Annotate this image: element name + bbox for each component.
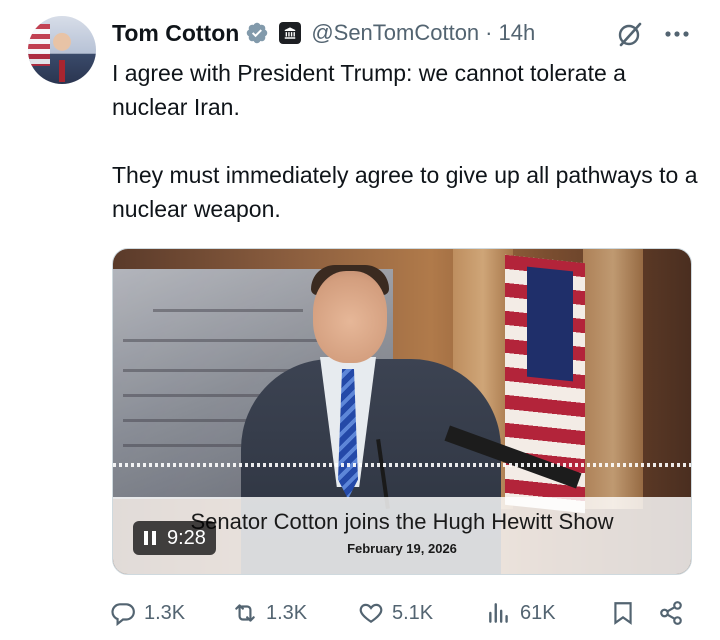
video-duration: 9:28 [167, 526, 206, 549]
reply-button[interactable]: 1.3K [110, 596, 185, 630]
repost-icon [235, 604, 255, 622]
column-right [583, 249, 643, 509]
video-player[interactable]: Senator Cotton joins the Hugh Hewitt Sho… [112, 248, 692, 575]
pause-icon[interactable] [143, 530, 157, 546]
video-progress-bar[interactable] [113, 463, 691, 467]
grok-icon[interactable] [616, 20, 644, 48]
reply-icon [111, 603, 135, 626]
tweet-actions: 1.3K 1.3K 5.1K 61K [110, 596, 694, 630]
tweet-paragraph-1: I agree with President Trump: we cannot … [112, 60, 626, 120]
views-button[interactable]: 61K [486, 596, 556, 630]
more-icon[interactable] [662, 20, 692, 48]
bookmark-icon [614, 602, 632, 625]
repost-count: 1.3K [266, 601, 308, 624]
tweet-header: Tom Cotton @SenTomCotton · 14h [112, 16, 535, 50]
like-button[interactable]: 5.1K [358, 596, 433, 630]
avatar-flag [28, 24, 50, 66]
bookmark-button[interactable] [610, 596, 636, 630]
like-count: 5.1K [392, 601, 434, 624]
repost-button[interactable]: 1.3K [232, 596, 307, 630]
avatar-tie [59, 60, 65, 82]
verified-badge-icon[interactable] [245, 21, 269, 45]
view-count: 61K [520, 601, 556, 624]
author-name[interactable]: Tom Cotton [112, 20, 239, 47]
share-icon [660, 601, 682, 625]
tweet-paragraph-2: They must immediately agree to give up a… [112, 162, 698, 222]
separator-dot: · [485, 20, 493, 45]
speaker-head [313, 271, 387, 363]
video-timer[interactable]: 9:28 [133, 521, 216, 555]
reply-count: 1.3K [144, 601, 186, 624]
author-avatar[interactable] [28, 16, 96, 84]
share-button[interactable] [658, 596, 684, 630]
heart-icon [359, 603, 383, 623]
author-handle[interactable]: @SenTomCotton [311, 20, 479, 46]
tweet-body: I agree with President Trump: we cannot … [112, 56, 702, 226]
tweet-timestamp[interactable]: 14h [499, 20, 536, 46]
government-badge-icon[interactable] [279, 22, 302, 44]
analytics-icon [489, 603, 508, 623]
american-flag-stars [527, 266, 573, 382]
